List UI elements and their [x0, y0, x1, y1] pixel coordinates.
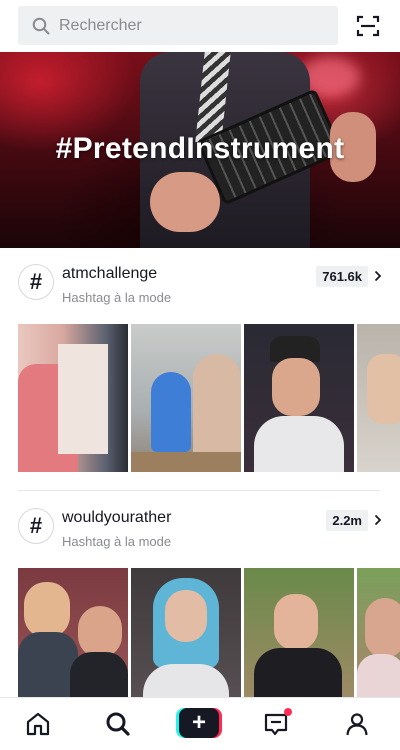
- search-placeholder: Rechercher: [59, 16, 142, 34]
- scan-icon[interactable]: [356, 14, 380, 38]
- chevron-right-icon: [374, 270, 382, 282]
- create-button[interactable]: +: [176, 708, 222, 738]
- video-thumbnail[interactable]: [244, 568, 354, 716]
- hashtag-count[interactable]: 2.2m: [326, 509, 382, 531]
- search-icon: [32, 17, 50, 34]
- view-count: 761.6k: [316, 265, 368, 287]
- video-thumbnail[interactable]: [131, 568, 241, 716]
- hashtag-icon: #: [18, 508, 54, 544]
- video-thumbnail[interactable]: [357, 568, 400, 716]
- home-icon: [26, 712, 50, 736]
- video-thumbnail[interactable]: [18, 324, 128, 472]
- video-thumbnails: [18, 324, 400, 472]
- hashtag-name[interactable]: atmchallenge: [62, 265, 157, 283]
- search-bar[interactable]: Rechercher: [18, 6, 338, 45]
- profile-icon: [346, 713, 368, 736]
- hashtag-subtitle: Hashtag à la mode: [62, 290, 172, 305]
- video-thumbnail[interactable]: [18, 568, 128, 716]
- hashtag-count[interactable]: 761.6k: [316, 265, 382, 287]
- video-thumbnail[interactable]: [244, 324, 354, 472]
- nav-profile[interactable]: [343, 710, 371, 738]
- notification-dot: [284, 708, 292, 716]
- featured-banner[interactable]: #PretendInstrument: [0, 52, 400, 248]
- video-thumbnail[interactable]: [131, 324, 241, 472]
- banner-hand: [150, 172, 220, 232]
- view-count: 2.2m: [326, 509, 368, 531]
- banner-title: #PretendInstrument: [55, 132, 345, 165]
- hashtag-icon: #: [18, 264, 54, 300]
- create-icon: +: [179, 708, 219, 738]
- chevron-right-icon: [374, 514, 382, 526]
- top-bar: Rechercher: [0, 0, 400, 52]
- bottom-navigation: +: [0, 697, 400, 750]
- hashtag-name[interactable]: wouldyourather: [62, 509, 171, 527]
- video-thumbnail[interactable]: [357, 324, 400, 472]
- hashtag-subtitle: Hashtag à la mode: [62, 534, 172, 549]
- video-thumbnails: [18, 568, 400, 716]
- nav-discover[interactable]: [104, 710, 132, 738]
- discover-icon: [106, 712, 130, 736]
- nav-home[interactable]: [24, 710, 52, 738]
- section-divider: [18, 490, 380, 491]
